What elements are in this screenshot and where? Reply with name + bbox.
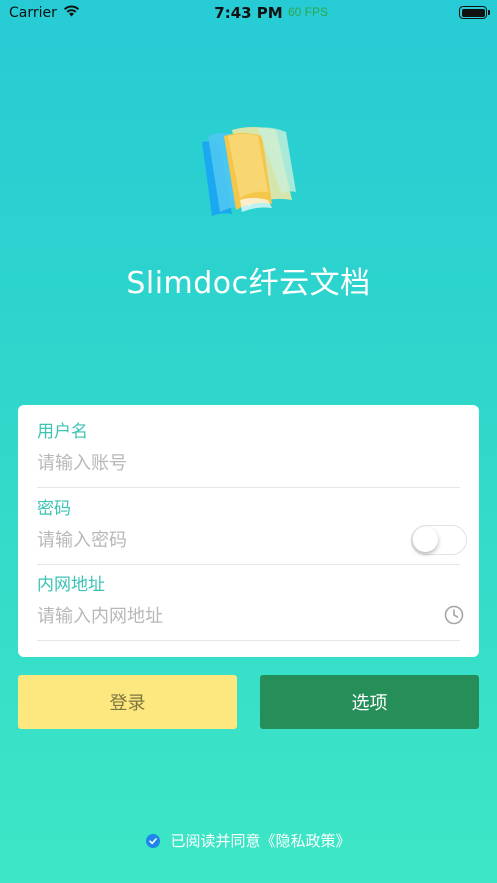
options-button[interactable]: 选项 (260, 675, 479, 729)
toggle-knob (413, 527, 438, 552)
username-label: 用户名 (37, 422, 88, 442)
username-input[interactable] (37, 450, 437, 476)
intranet-divider (37, 640, 460, 641)
password-divider (37, 564, 460, 565)
username-divider (37, 487, 460, 488)
app-logo-icon (198, 122, 300, 222)
status-bar: Carrier 7:43 PM 60 FPS (0, 0, 497, 26)
show-password-toggle[interactable] (411, 525, 467, 555)
password-input[interactable] (37, 527, 397, 553)
agree-checkbox[interactable] (146, 833, 161, 848)
app-title: Slimdoc纤云文档 (126, 266, 371, 301)
agreement-text[interactable]: 已阅读并同意《隐私政策》 (170, 830, 350, 851)
battery-icon (459, 6, 490, 19)
checkmark-icon (149, 837, 158, 844)
login-card: 用户名 密码 内网地址 (18, 405, 479, 657)
login-button[interactable]: 登录 (18, 675, 237, 729)
intranet-label: 内网地址 (37, 575, 105, 595)
clock-icon[interactable] (444, 605, 464, 625)
privacy-agreement: 已阅读并同意《隐私政策》 (0, 830, 497, 851)
status-time: 7:43 PM (214, 4, 283, 22)
intranet-input[interactable] (37, 603, 417, 629)
password-label: 密码 (37, 499, 71, 519)
fps-counter: 60 FPS (288, 5, 329, 19)
